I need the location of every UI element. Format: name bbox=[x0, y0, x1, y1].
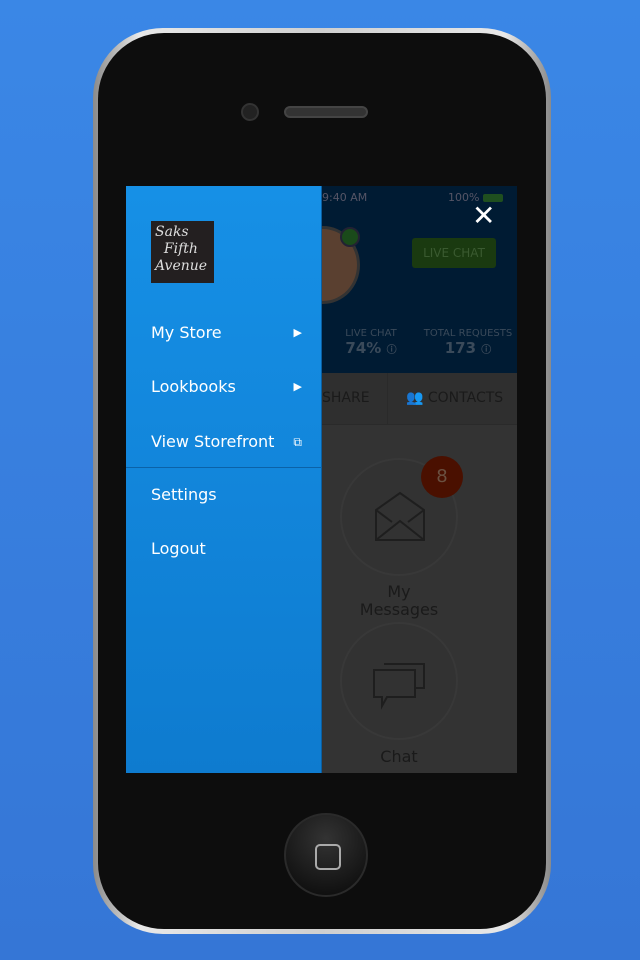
menu-item-view-storefront[interactable]: View Storefront ⧉ bbox=[126, 415, 322, 469]
menu-item-lookbooks[interactable]: Lookbooks ▶ bbox=[126, 360, 322, 414]
menu-item-my-store[interactable]: My Store ▶ bbox=[126, 306, 322, 360]
menu-item-logout[interactable]: Logout bbox=[126, 522, 322, 576]
my-messages-label: My Messages bbox=[359, 582, 439, 619]
speaker bbox=[284, 106, 368, 118]
chat-bubbles-icon bbox=[373, 663, 425, 710]
stat-live-chat: LIVE CHAT 74% ⓘ bbox=[345, 328, 397, 357]
saks-logo: Saks Fifth Avenue bbox=[151, 221, 214, 283]
status-time: 9:40 AM bbox=[322, 191, 368, 204]
unread-badge: 8 bbox=[421, 456, 463, 498]
tab-share[interactable]: SHARE bbox=[322, 390, 370, 406]
chevron-right-icon: ▶ bbox=[293, 326, 302, 339]
live-chat-button[interactable]: LIVE CHAT bbox=[412, 238, 496, 268]
close-icon[interactable]: ✕ bbox=[472, 202, 495, 230]
menu-item-settings[interactable]: Settings bbox=[126, 468, 322, 522]
people-icon: 👥 bbox=[406, 390, 424, 406]
home-button[interactable] bbox=[284, 813, 368, 897]
stat-total-requests: TOTAL REQUESTS 173 ⓘ bbox=[423, 328, 513, 357]
chat-label: Chat bbox=[380, 747, 418, 766]
tab-contacts[interactable]: 👥 CONTACTS bbox=[406, 390, 503, 406]
external-link-icon: ⧉ bbox=[293, 435, 302, 449]
side-drawer: Saks Fifth Avenue My Store ▶ Lookbooks ▶ Vi… bbox=[126, 186, 322, 773]
screen: 9:40 AM 100% LIVE CHAT LIVE CHAT 74% ⓘ T… bbox=[126, 186, 517, 773]
online-status-dot bbox=[340, 227, 360, 247]
chat-tile[interactable] bbox=[340, 622, 458, 740]
chevron-right-icon: ▶ bbox=[293, 380, 302, 393]
camera bbox=[241, 103, 259, 121]
